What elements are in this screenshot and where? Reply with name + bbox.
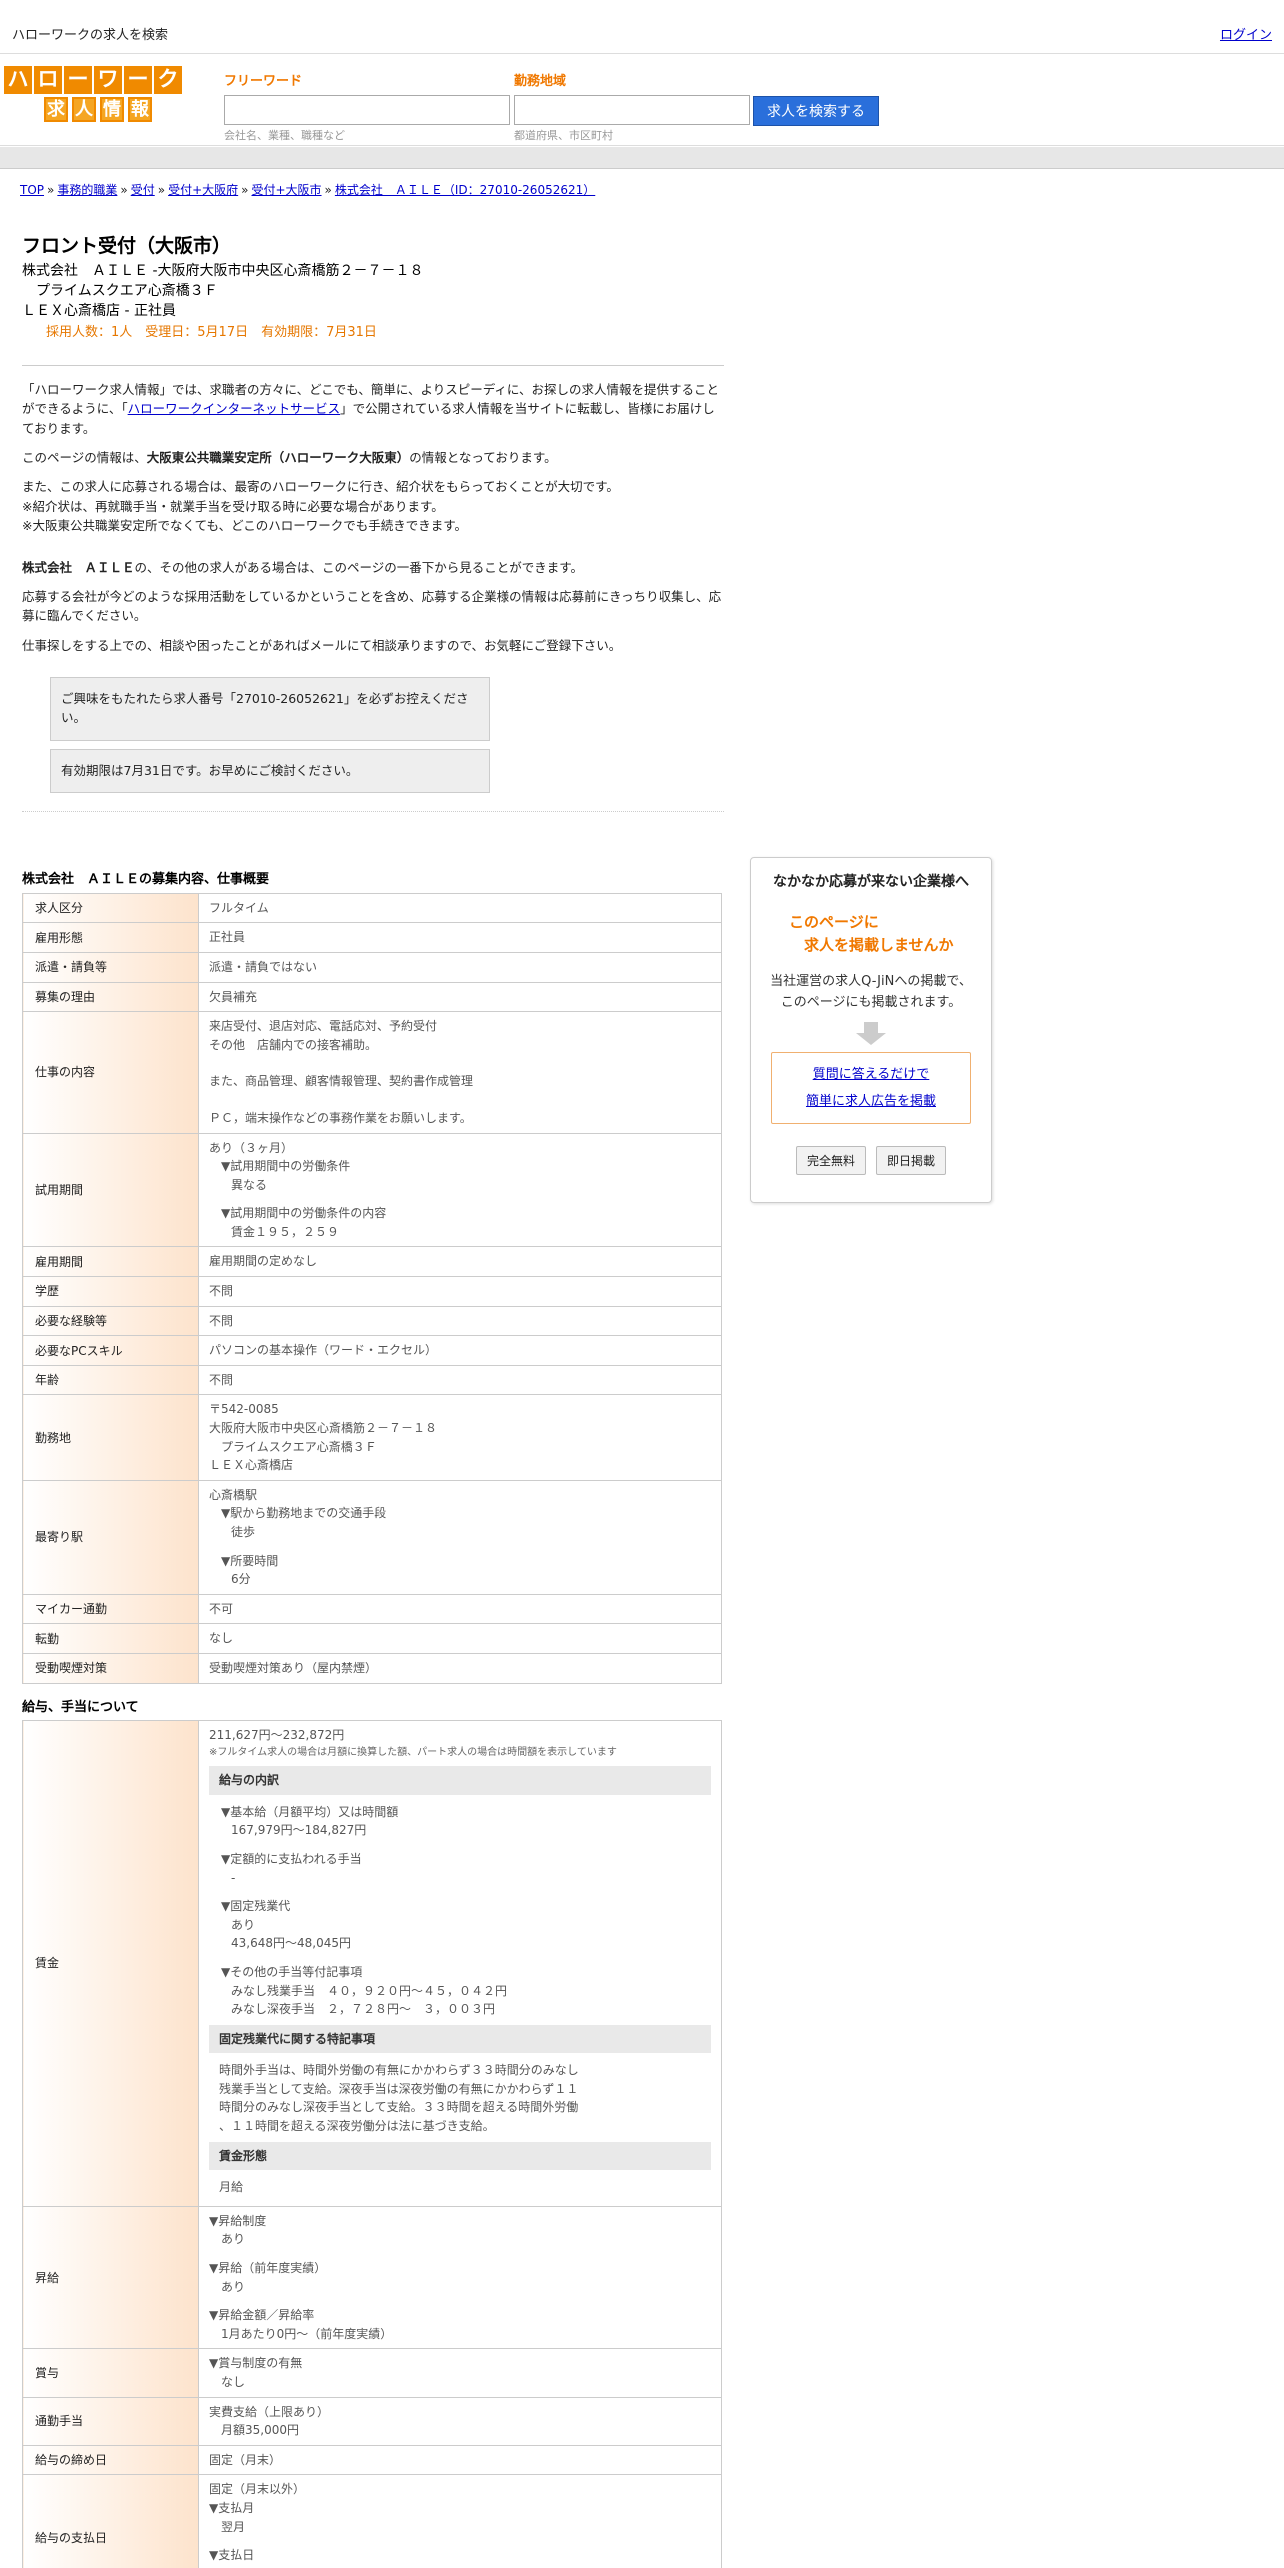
- logo-char: ハ: [4, 66, 32, 94]
- ad-title: なかなか応募が来ない企業様へ: [773, 874, 969, 890]
- intro-paragraph: 「ハローワーク求人情報」では、求職者の方々に、どこでも、簡単に、よりスピーディに…: [22, 381, 720, 436]
- logo-char: 人: [72, 97, 96, 122]
- logo-char: ロ: [34, 66, 62, 94]
- table-row: 受動喫煙対策 受動喫煙対策あり（屋内禁煙）: [22, 1652, 722, 1684]
- area-input[interactable]: [514, 94, 750, 125]
- company-address-building: プライムスクエア心斎橋３Ｆ: [22, 282, 218, 299]
- logo-char: 情: [100, 97, 124, 122]
- table-row: 最寄り駅 心斎橋駅 ▼駅から勤務地までの交通手段 徒歩 ▼所要時間 6分: [22, 1479, 722, 1595]
- store-type: ＬＥＸ心斎橋店 - 正社員: [22, 303, 176, 320]
- top-bar: ハローワークの求人を検索 ログイン: [0, 0, 1284, 54]
- logo-char: ー: [64, 66, 92, 94]
- other-jobs-paragraph: 株式会社 ＡＩＬＥの、その他の求人がある場合は、このページの一番下から見ることが…: [22, 559, 584, 575]
- freeword-hint: 会社名、業種、職種など: [224, 128, 345, 142]
- table-row: 募集の理由 欠員補充: [22, 981, 722, 1013]
- freeword-label: フリーワード: [224, 74, 303, 89]
- table-row: 給与の締め日 固定（月末）: [22, 2444, 722, 2476]
- breadcrumb-item[interactable]: 受付+大阪府: [168, 183, 238, 197]
- site-title: ハローワークの求人を検索: [12, 28, 169, 43]
- table-row: 賞与 ▼賞与制度の有無 なし: [22, 2348, 722, 2398]
- logo-char: 報: [128, 97, 152, 122]
- divider-band: [0, 147, 1284, 169]
- same-day-button[interactable]: 即日掲載: [876, 1146, 947, 1176]
- area-hint: 都道府県、市区町村: [514, 128, 613, 142]
- free-button[interactable]: 完全無料: [795, 1146, 866, 1176]
- table-row: 雇用期間 雇用期間の定めなし: [22, 1246, 722, 1278]
- table-row: マイカー通勤 不可: [22, 1593, 722, 1625]
- table-row: 派遣・請負等 派遣・請負ではない: [22, 951, 722, 983]
- table-row: 年齢 不問: [22, 1364, 722, 1396]
- table-row: 必要なPCスキル パソコンの基本操作（ワード・エクセル）: [22, 1335, 722, 1366]
- consult-paragraph: 仕事探しをする上での、相談や困ったことがあればメールにて相談承りますので、お気軽…: [22, 637, 622, 653]
- breadcrumb-item[interactable]: 株式会社 ＡＩＬＥ（ID：27010-26052621）: [335, 183, 595, 197]
- company-address: 株式会社 ＡＩＬＥ -大阪府大阪市中央区心斎橋筋２－７－１８: [22, 262, 424, 279]
- logo-char: ー: [124, 66, 152, 94]
- arrow-down-icon: [856, 1021, 886, 1046]
- area-label: 勤務地域: [514, 74, 567, 89]
- table-row: 必要な経験等 不問: [22, 1305, 722, 1337]
- table-row: 雇用形態 正社員: [22, 922, 722, 953]
- breadcrumb-item[interactable]: 事務的職業: [57, 183, 117, 197]
- apply-advice-paragraph: 応募する会社が今どのような採用活動をしているかということを含め、応募する企業様の…: [22, 588, 722, 624]
- ad-links: 質問に答えるだけで 簡単に求人広告を掲載: [771, 1051, 971, 1125]
- table-row: 試用期間 あり（３ヶ月） ▼試用期間中の労働条件 異なる ▼試用期間中の労働条件…: [22, 1132, 722, 1248]
- login-link[interactable]: ログイン: [1220, 26, 1272, 46]
- hellowork-logo[interactable]: ハ ロ ー ワ ー ク 求 人 情 報: [4, 66, 182, 126]
- salary-table: 賃金 211,627円〜232,872円 ※フルタイム求人の場合は月額に換算した…: [22, 1720, 722, 2568]
- job-meta: 採用人数：1人 受理日：5月17日 有効期限：7月31日: [46, 325, 377, 341]
- table-row: 昇給 ▼昇給制度 あり ▼昇給（前年度実績） あり ▼昇給金額／昇給率 1月あた…: [22, 2205, 722, 2350]
- ad-link-post[interactable]: 簡単に求人広告を掲載: [806, 1094, 936, 1109]
- overview-table: 求人区分 フルタイム 雇用形態 正社員 派遣・請負等 派遣・請負ではない 募集の理由欠…: [22, 892, 722, 1684]
- salary-section-title: 給与、手当について: [22, 1699, 139, 1715]
- area-search: 勤務地域 都道府県、市区町村: [514, 72, 750, 144]
- referral-paragraph: また、この求人に応募される場合は、最寄のハローワークに行き、紹介状をもらっておく…: [22, 479, 619, 534]
- table-row: 賃金 211,627円〜232,872円 ※フルタイム求人の場合は月額に換算した…: [22, 1720, 722, 2207]
- breadcrumb: TOP» 事務的職業» 受付» 受付+大阪府» 受付+大阪市» 株式会社 ＡＩＬＥ（ID：…: [20, 183, 596, 197]
- expiry-notice: 有効期限は7月31日です。お早めにご検討ください。: [50, 748, 490, 794]
- breadcrumb-item[interactable]: 受付: [131, 183, 155, 197]
- table-row: 転勤 なし: [22, 1623, 722, 1654]
- search-button[interactable]: 求人を検索する: [753, 96, 879, 126]
- table-row: 学歴 不問: [22, 1276, 722, 1307]
- overview-section-title: 株式会社 ＡＩＬＥの募集内容、仕事概要: [22, 872, 270, 888]
- logo-char: ク: [154, 66, 182, 94]
- job-number-notice: ご興味をもたれたら求人番号「27010-26052621」を必ずお控えください。: [50, 677, 490, 741]
- main-content: フロント受付（大阪市） 株式会社 ＡＩＬＥ -大阪府大阪市中央区心斎橋筋２－７－…: [22, 232, 724, 2568]
- header: ハ ロ ー ワ ー ク 求 人 情 報 フリーワード 会社名、業種、職種など 勤…: [0, 54, 1284, 146]
- freeword-search: フリーワード 会社名、業種、職種など: [224, 72, 510, 144]
- table-row: 給与の支払日 固定（月末以外） ▼支払月 翌月 ▼支払日: [22, 2474, 722, 2568]
- logo-char: ワ: [94, 66, 122, 94]
- ad-link-question[interactable]: 質問に答えるだけで: [813, 1067, 930, 1082]
- logo-char: 求: [44, 97, 68, 122]
- breadcrumb-item[interactable]: TOP: [20, 183, 44, 197]
- table-row: 仕事の内容 来店受付、退店対応、電話応対、予約受付 その他 店舗内での接客補助。…: [22, 1011, 722, 1134]
- table-row: 勤務地 〒542-0085 大阪府大阪市中央区心斎橋筋２－７－１８ プライムスク…: [22, 1394, 722, 1481]
- ad-headline: このページに 求人を掲載しませんか: [789, 913, 954, 954]
- table-row: 通勤手当 実費支給（上限あり） 月額35,000円: [22, 2396, 722, 2446]
- ad-description: 当社運営の求人Q-JiNへの掲載で、 このページにも掲載されます。: [770, 974, 972, 1010]
- source-paragraph: このページの情報は、大阪東公共職業安定所（ハローワーク大阪東）の情報となっており…: [22, 450, 557, 466]
- hellowork-internet-link[interactable]: ハローワークインターネットサービス: [128, 401, 341, 416]
- freeword-input[interactable]: [224, 94, 510, 125]
- job-title: フロント受付（大阪市）: [22, 235, 232, 257]
- breadcrumb-item[interactable]: 受付+大阪市: [251, 183, 321, 197]
- table-row: 求人区分 フルタイム: [22, 892, 722, 924]
- advertise-box: なかなか応募が来ない企業様へ このページに 求人を掲載しませんか 当社運営の求人…: [750, 857, 992, 1203]
